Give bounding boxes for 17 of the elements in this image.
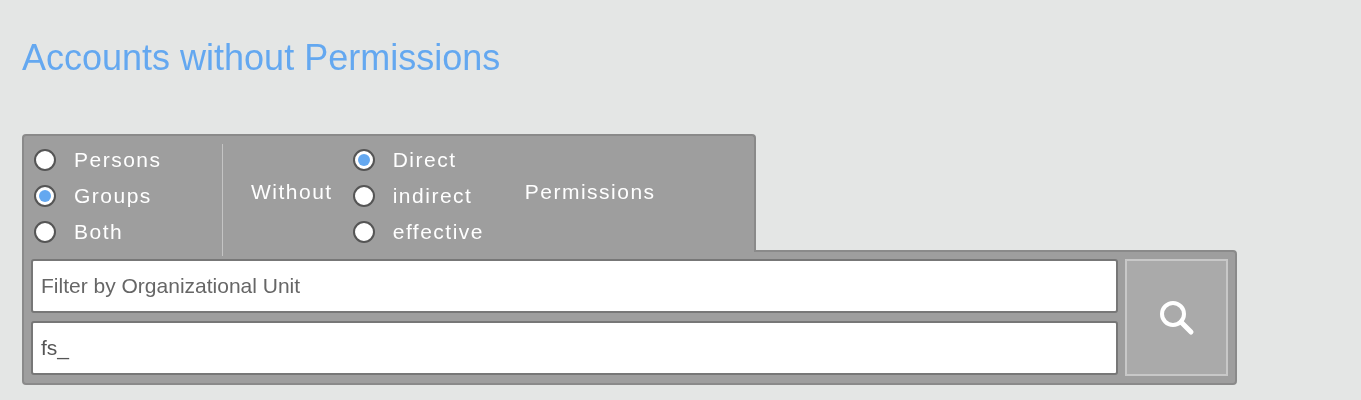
radio-button[interactable] [352, 221, 375, 243]
radio-button[interactable] [352, 185, 375, 207]
radio-button[interactable] [34, 221, 56, 243]
radio-label: indirect [392, 183, 473, 210]
radio-label: Groups [74, 183, 152, 210]
radio-label: effective [392, 219, 485, 246]
radio-label: Persons [74, 147, 162, 174]
radio-button[interactable] [34, 185, 56, 207]
filter-field[interactable]: Filter by Organizational Unit [31, 259, 1118, 313]
radio-label: Direct [392, 147, 457, 174]
permissions-label: Permissions [524, 179, 656, 206]
without-label: Without [251, 179, 333, 206]
radio-button[interactable] [34, 149, 56, 171]
page-title: Accounts without Permissions [22, 36, 501, 80]
radio-button[interactable] [352, 149, 375, 171]
filter-field[interactable]: fs_ [31, 321, 1118, 375]
radio-label: Both [74, 219, 124, 246]
